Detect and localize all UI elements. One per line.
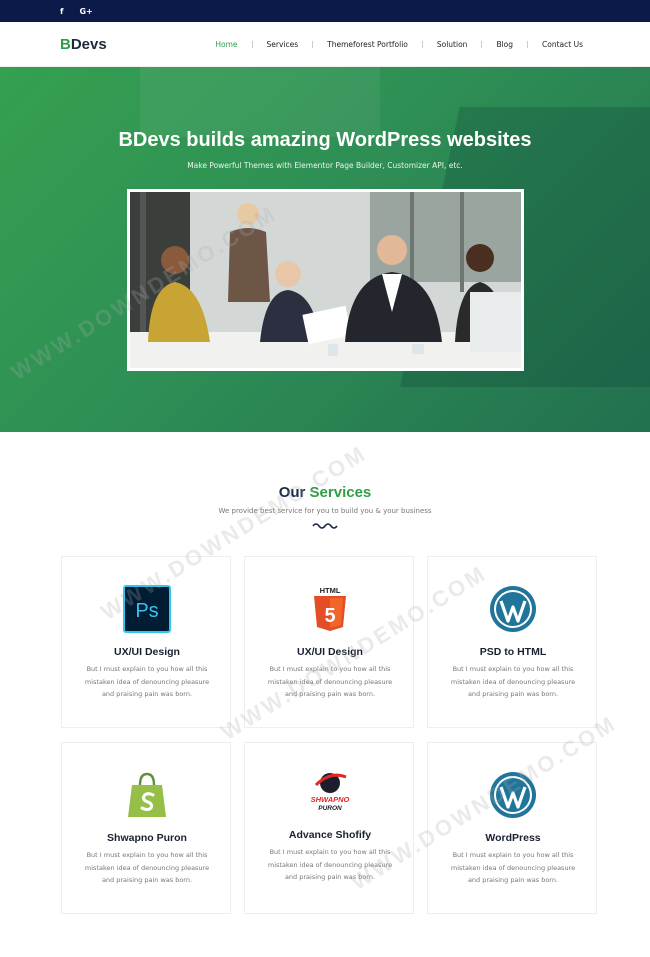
site-logo[interactable]: B Devs — [60, 36, 107, 53]
service-card[interactable]: SHWAPNO PURON Advance Shofify But I must… — [244, 742, 414, 914]
services-subtitle: We provide best service for you to build… — [218, 507, 432, 515]
facebook-icon[interactable]: f — [60, 7, 63, 16]
svg-text:PURON: PURON — [318, 805, 342, 812]
logo-letter: B — [60, 35, 71, 53]
service-card-title: WordPress — [485, 832, 541, 844]
hero-title: BDevs builds amazing WordPress websites — [118, 129, 532, 151]
svg-text:5: 5 — [324, 605, 335, 627]
services-title-accent: Services — [309, 484, 372, 501]
service-card-description: But I must explain to you how all this m… — [84, 851, 210, 884]
wordpress-icon — [428, 585, 598, 633]
service-card-title: UX/UI Design — [114, 646, 180, 658]
hero-subtitle: Make Powerful Themes with Elementor Page… — [187, 161, 463, 170]
service-card-description: But I must explain to you how all this m… — [450, 851, 576, 884]
service-card-title: PSD to HTML — [479, 646, 547, 658]
service-card-description: But I must explain to you how all this m… — [267, 848, 393, 881]
nav-solution[interactable]: Solution — [423, 40, 482, 49]
svg-text:SHWAPNO: SHWAPNO — [311, 795, 350, 804]
logo-text: Devs — [70, 35, 107, 53]
top-bar: f G+ — [0, 0, 650, 22]
google-plus-icon[interactable]: G+ — [79, 7, 92, 16]
shopify-icon — [62, 771, 232, 819]
nav-services[interactable]: Services — [253, 40, 313, 49]
shwapno-puron-logo-icon: SHWAPNO PURON — [245, 767, 415, 815]
service-card-description: But I must explain to you how all this m… — [450, 665, 576, 698]
service-card-title: Advance Shofify — [288, 829, 372, 841]
nav-blog[interactable]: Blog — [482, 40, 527, 49]
svg-text:HTML: HTML — [320, 586, 341, 595]
services-title-plain: Our — [278, 484, 306, 501]
service-card-title: Shwapno Puron — [107, 832, 187, 844]
services-title: Our Services — [0, 484, 650, 501]
hero-photo-frame — [127, 189, 524, 371]
hero-decor — [140, 67, 380, 137]
nav-home[interactable]: Home — [201, 40, 251, 49]
site-header: B Devs Home Services Themeforest Portfoli… — [0, 22, 650, 67]
service-card[interactable]: Ps UX/UI Design But I must explain to yo… — [61, 556, 231, 728]
nav-themeforest-portfolio[interactable]: Themeforest Portfolio — [313, 40, 422, 49]
main-nav: Home Services Themeforest Portfolio Solu… — [201, 40, 597, 49]
squiggle-divider-icon — [312, 523, 338, 529]
wordpress-icon — [428, 771, 598, 819]
service-card[interactable]: Shwapno Puron But I must explain to you … — [61, 742, 231, 914]
nav-contact-us[interactable]: Contact Us — [528, 40, 597, 49]
team-meeting-photo — [130, 192, 521, 368]
html5-icon: HTML 5 — [245, 585, 415, 633]
hero-section: BDevs builds amazing WordPress websites … — [0, 67, 650, 432]
photoshop-icon: Ps — [62, 585, 232, 633]
svg-text:Ps: Ps — [135, 600, 158, 622]
service-card-description: But I must explain to you how all this m… — [267, 665, 393, 698]
service-card-description: But I must explain to you how all this m… — [84, 665, 210, 698]
team-meeting-illustration — [130, 192, 521, 368]
service-card[interactable]: WordPress But I must explain to you how … — [427, 742, 597, 914]
service-card[interactable]: PSD to HTML But I must explain to you ho… — [427, 556, 597, 728]
service-card-title: UX/UI Design — [297, 646, 363, 658]
service-card[interactable]: HTML 5 UX/UI Design But I must explain t… — [244, 556, 414, 728]
